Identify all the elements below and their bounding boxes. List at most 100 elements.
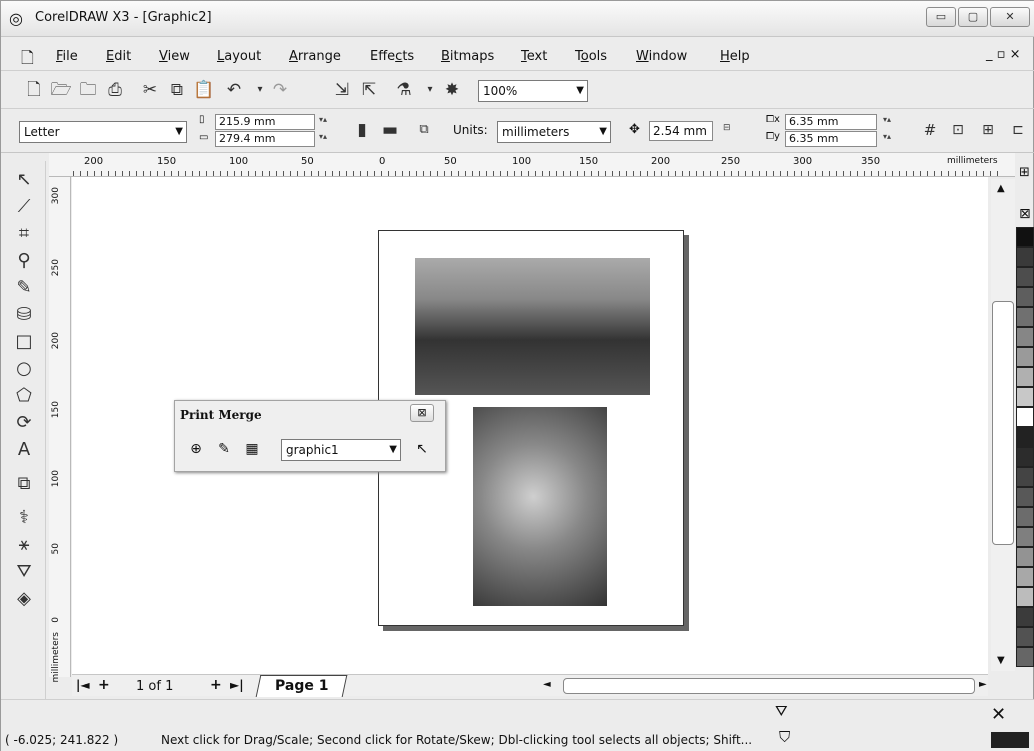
palette-swatch[interactable]: [1016, 467, 1034, 487]
minimize-button[interactable]: ▭: [926, 7, 956, 27]
outline-tool-icon[interactable]: ⚹: [9, 532, 39, 558]
app-launcher-icon[interactable]: ⚗: [393, 79, 415, 101]
no-fill-icon[interactable]: ⊠: [1019, 206, 1031, 222]
page-width-field[interactable]: 215.9 mm: [215, 114, 315, 130]
pick-tool-icon[interactable]: ↖: [9, 167, 39, 193]
paper-type-combo[interactable]: Letter ▼: [19, 121, 187, 143]
all-pages-icon[interactable]: ⧉: [413, 119, 435, 141]
snap-grid-icon[interactable]: #: [919, 119, 941, 141]
menu-bitmaps[interactable]: Bitmaps: [441, 49, 494, 64]
menu-file[interactable]: File: [56, 49, 78, 64]
last-page-button[interactable]: ►|: [230, 678, 244, 692]
nudge-field[interactable]: 2.54 mm: [649, 121, 713, 141]
tab-page-1[interactable]: Page 1: [255, 675, 348, 697]
landscape-icon[interactable]: ▬: [379, 119, 401, 141]
palette-swatch[interactable]: [1016, 447, 1034, 467]
palette-swatch[interactable]: [1016, 647, 1034, 667]
interactive-blend-icon[interactable]: ⧉: [9, 471, 39, 497]
smart-fill-icon[interactable]: ⛁: [9, 302, 39, 328]
palette-swatch[interactable]: [1016, 567, 1034, 587]
palette-swatch[interactable]: [1016, 607, 1034, 627]
palette-swatch[interactable]: [1016, 327, 1034, 347]
add-page-before-button[interactable]: +: [98, 677, 110, 693]
palette-swatch[interactable]: [1016, 527, 1034, 547]
scroll-right-icon[interactable]: ►: [979, 679, 987, 690]
create-merge-icon[interactable]: ⊕: [185, 439, 207, 459]
dup-y-spinner[interactable]: ▾▴: [883, 132, 891, 141]
shape-tool-icon[interactable]: ⟋: [9, 194, 39, 220]
polygon-tool-icon[interactable]: ⬠: [9, 383, 39, 409]
bitmap-image-market[interactable]: [415, 258, 650, 395]
dynamic-guides-icon[interactable]: ⊏: [1007, 119, 1029, 141]
new-icon[interactable]: 🗋: [23, 79, 45, 101]
palette-swatch[interactable]: [1016, 547, 1034, 567]
menu-tools[interactable]: Tools: [575, 49, 607, 64]
menu-text[interactable]: Text: [521, 49, 547, 64]
vertical-ruler[interactable]: 300 250 200 150 100 50 0 millimeters: [49, 177, 71, 683]
rectangle-tool-icon[interactable]: □: [9, 329, 39, 355]
welcome-screen-icon[interactable]: ✸: [441, 79, 463, 101]
import-icon[interactable]: ⇲: [331, 79, 353, 101]
menu-view[interactable]: View: [159, 49, 190, 64]
palette-swatch[interactable]: [1016, 307, 1034, 327]
duplicate-y-field[interactable]: 6.35 mm: [785, 131, 877, 147]
portrait-icon[interactable]: ▮: [351, 119, 373, 141]
horizontal-ruler[interactable]: 200 150 100 50 0 50 100 150 200 250 300 …: [49, 153, 1015, 177]
palette-swatch[interactable]: [1016, 587, 1034, 607]
duplicate-x-field[interactable]: 6.35 mm: [785, 114, 877, 130]
edit-merge-icon[interactable]: ✎: [213, 439, 235, 459]
scroll-down-icon[interactable]: ▼: [997, 655, 1005, 666]
palette-swatch[interactable]: [1016, 247, 1034, 267]
menu-layout[interactable]: Layout: [217, 49, 261, 64]
export-icon[interactable]: ⇱: [358, 79, 380, 101]
scroll-left-icon[interactable]: ◄: [543, 679, 551, 690]
add-page-after-button[interactable]: +: [210, 677, 222, 693]
text-tool-icon[interactable]: A: [9, 437, 39, 463]
cut-icon[interactable]: ✂: [139, 79, 161, 101]
snap-objects-icon[interactable]: ⊞: [977, 119, 999, 141]
palette-swatch[interactable]: [1016, 227, 1034, 247]
palette-swatch[interactable]: [1016, 627, 1034, 647]
mdi-controls-icon[interactable]: _ ▫ ×: [986, 47, 1020, 62]
fill-tool-icon[interactable]: ⛛: [9, 559, 39, 585]
perform-merge-icon[interactable]: ▦: [241, 439, 263, 459]
basic-shapes-icon[interactable]: ⟳: [9, 410, 39, 436]
close-window-button[interactable]: ✕: [990, 7, 1030, 27]
palette-swatch[interactable]: [1016, 287, 1034, 307]
ellipse-tool-icon[interactable]: ○: [9, 356, 39, 382]
launcher-dropdown-icon[interactable]: ▾: [419, 79, 441, 101]
eyedropper-icon[interactable]: ⚕: [9, 505, 39, 531]
new-from-template-icon[interactable]: 🗁: [50, 79, 72, 101]
palette-swatch[interactable]: [1016, 367, 1034, 387]
menu-window[interactable]: Window: [636, 49, 687, 64]
vertical-scroll-thumb[interactable]: [992, 301, 1014, 545]
palette-swatch[interactable]: [1016, 487, 1034, 507]
vertical-scrollbar[interactable]: ▲ ▼: [991, 179, 1015, 671]
copy-icon[interactable]: ⧉: [166, 79, 188, 101]
menu-help[interactable]: Help: [720, 49, 750, 64]
palette-swatch[interactable]: [1016, 407, 1034, 427]
height-spinner[interactable]: ▾▴: [319, 132, 327, 141]
freehand-tool-icon[interactable]: ✎: [9, 275, 39, 301]
crop-tool-icon[interactable]: ⌗: [9, 221, 39, 247]
paste-icon[interactable]: 📋: [193, 79, 215, 101]
interactive-fill-icon[interactable]: ◈: [9, 586, 39, 612]
merge-field-combo[interactable]: graphic1 ▼: [281, 439, 401, 461]
menu-effects[interactable]: Effects: [370, 49, 414, 64]
maximize-button[interactable]: ▢: [958, 7, 988, 27]
zoom-tool-icon[interactable]: ⚲: [9, 248, 39, 274]
open-icon[interactable]: 🗀: [77, 79, 99, 101]
scroll-up-icon[interactable]: ▲: [997, 183, 1005, 194]
units-combo[interactable]: millimeters ▼: [497, 121, 611, 143]
menu-arrange[interactable]: Arrange: [289, 49, 341, 64]
undo-dropdown-icon[interactable]: ▾: [249, 79, 271, 101]
horizontal-scroll-thumb[interactable]: [563, 678, 975, 694]
nudge-spinner[interactable]: ⊟: [723, 123, 731, 133]
palette-swatch[interactable]: [1016, 347, 1034, 367]
palette-swatch[interactable]: [1016, 387, 1034, 407]
snap-guides-icon[interactable]: ⊡: [947, 119, 969, 141]
width-spinner[interactable]: ▾▴: [319, 115, 327, 124]
first-page-button[interactable]: |◄: [76, 678, 90, 692]
redo-icon[interactable]: ↷: [269, 79, 291, 101]
palette-flyout-icon[interactable]: ⊞: [1019, 165, 1030, 180]
